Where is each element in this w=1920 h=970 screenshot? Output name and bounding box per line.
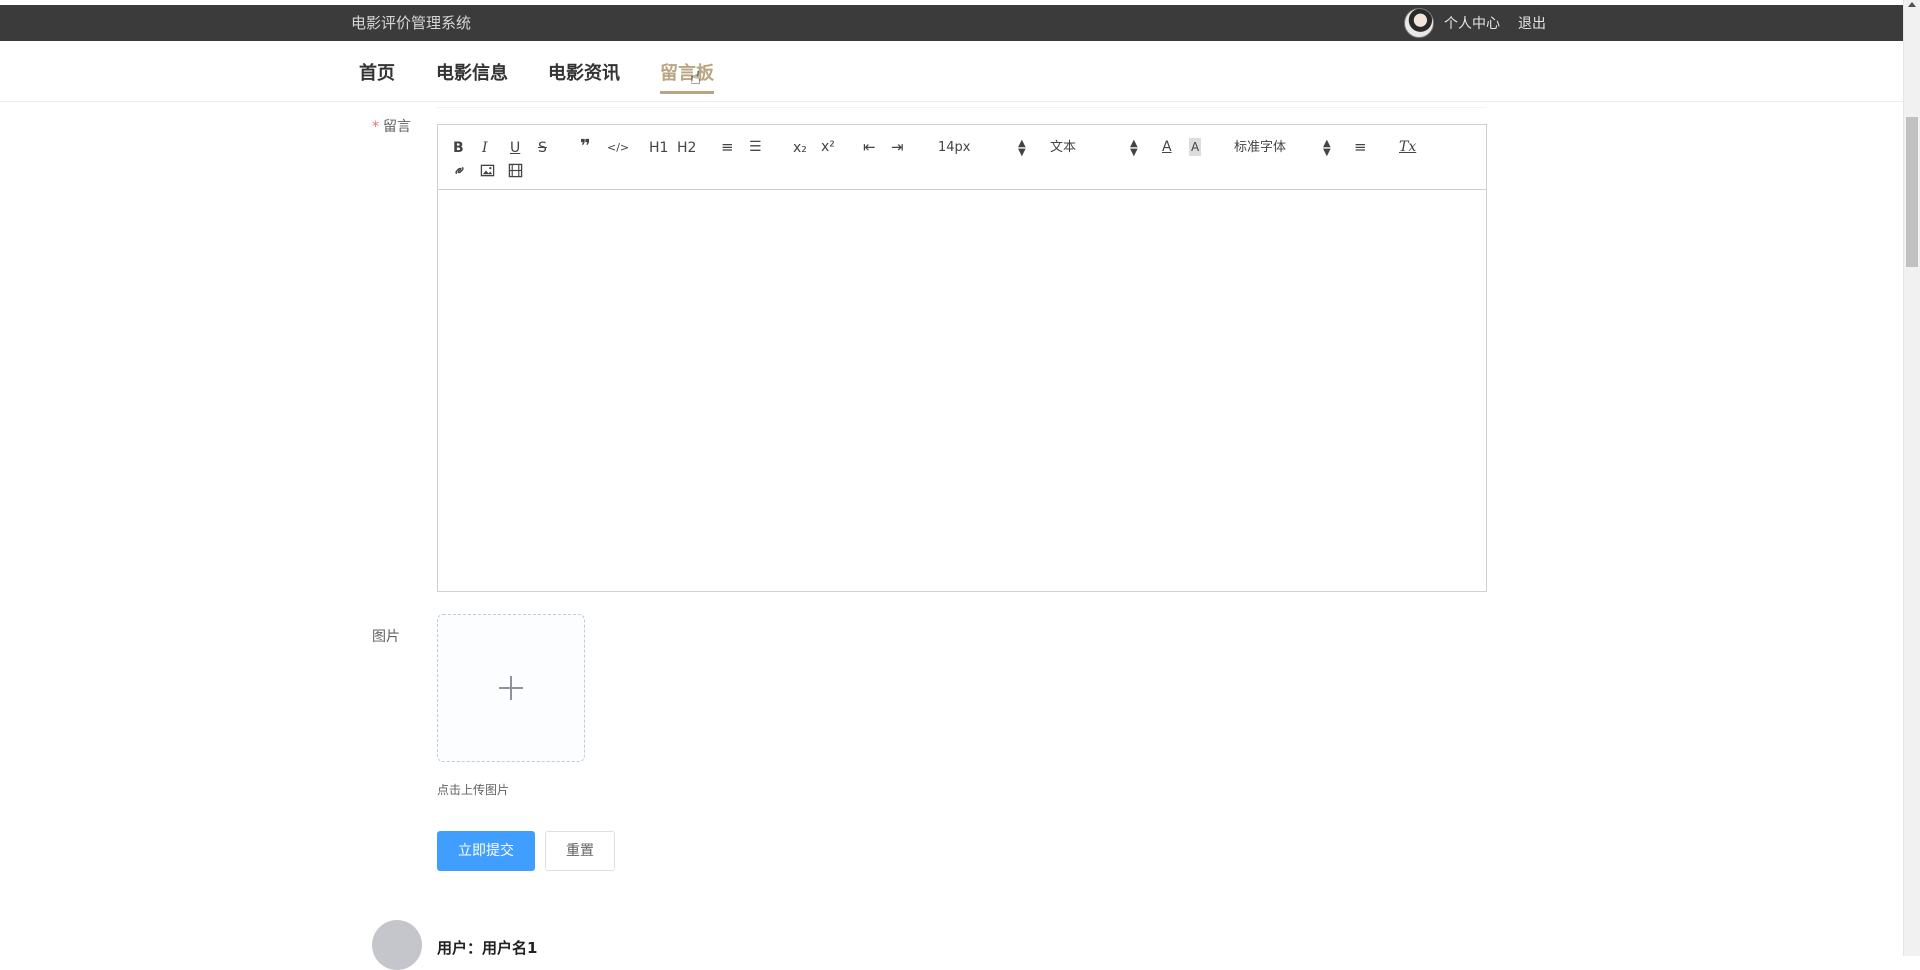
link-icon[interactable] — [452, 163, 467, 183]
editor-toolbar: B I U S ❞ </> H1 H2 ≡ ☰ x₂ x² ⇤ ⇥ 14px ▲… — [438, 125, 1486, 190]
italic-icon[interactable]: I — [482, 139, 488, 157]
image-label: 图片 — [372, 629, 400, 645]
header-select-value: 文本 — [1050, 140, 1077, 155]
code-icon[interactable]: </> — [607, 139, 629, 157]
editor-top-divider — [437, 107, 1487, 124]
required-mark: * — [372, 119, 379, 135]
font-size-select[interactable]: 14px ▲ ▼ — [938, 138, 1028, 158]
nav-movie-info[interactable]: 电影信息 — [436, 59, 508, 91]
editor-content-area[interactable] — [438, 190, 1486, 591]
bullet-list-icon[interactable]: ☰ — [749, 138, 762, 156]
user-area: 个人中心 退出 — [1404, 5, 1564, 41]
underline-icon[interactable]: U — [510, 139, 520, 157]
select-arrows-icon: ▲ ▼ — [1130, 138, 1138, 158]
ordered-list-icon[interactable]: ≡ — [721, 138, 734, 156]
image-upload-box[interactable] — [437, 614, 585, 762]
profile-link[interactable]: 个人中心 — [1444, 13, 1500, 33]
nav-movie-news[interactable]: 电影资讯 — [548, 59, 620, 91]
clean-format-icon[interactable]: Tx — [1399, 138, 1416, 156]
h2-icon[interactable]: H2 — [677, 139, 696, 157]
user-avatar[interactable] — [1404, 8, 1434, 38]
hand-cursor-icon: ☝ — [690, 68, 701, 89]
outdent-icon[interactable]: ⇤ — [863, 138, 876, 156]
bold-icon[interactable]: B — [453, 139, 464, 157]
logout-link[interactable]: 退出 — [1518, 13, 1546, 33]
scroll-up-arrow-icon[interactable] — [1908, 2, 1916, 7]
image-icon[interactable] — [480, 163, 495, 183]
header-select[interactable]: 文本 ▲ ▼ — [1050, 138, 1140, 158]
h1-icon[interactable]: H1 — [649, 139, 668, 157]
upload-tip: 点击上传图片 — [437, 783, 510, 797]
comment-avatar — [372, 920, 422, 970]
select-arrows-icon: ▲ ▼ — [1018, 138, 1026, 158]
message-label: * 留言 — [372, 116, 411, 136]
main-nav: 首页 电影信息 电影资讯 留言板 — [0, 41, 1903, 102]
font-family-value: 标准字体 — [1234, 140, 1287, 155]
align-icon[interactable]: ≡ — [1354, 138, 1367, 156]
scroll-thumb[interactable] — [1906, 117, 1918, 267]
indent-icon[interactable]: ⇥ — [891, 138, 904, 156]
rich-text-editor[interactable]: B I U S ❞ </> H1 H2 ≡ ☰ x₂ x² ⇤ ⇥ 14px ▲… — [437, 124, 1487, 592]
subscript-icon[interactable]: x₂ — [793, 139, 807, 157]
nav-message-board[interactable]: 留言板 — [660, 59, 714, 94]
font-color-icon[interactable]: A — [1162, 138, 1172, 156]
site-title: 电影评价管理系统 — [351, 14, 472, 32]
strike-icon[interactable]: S — [538, 139, 547, 157]
blockquote-icon[interactable]: ❞ — [580, 138, 591, 156]
comment-username: 用户：用户名1 — [437, 939, 538, 957]
video-icon[interactable] — [508, 163, 523, 183]
page-scrollbar[interactable] — [1903, 0, 1920, 956]
reset-button[interactable]: 重置 — [545, 831, 615, 871]
font-size-value: 14px — [938, 140, 971, 155]
background-color-icon[interactable]: A — [1189, 138, 1202, 156]
plus-icon — [499, 676, 523, 700]
superscript-icon[interactable]: x² — [821, 138, 835, 156]
nav-home[interactable]: 首页 — [359, 59, 395, 91]
top-header-bar: 电影评价管理系统 个人中心 退出 — [0, 5, 1903, 41]
message-label-text: 留言 — [383, 119, 411, 135]
font-family-select[interactable]: 标准字体 ▲ ▼ — [1234, 138, 1334, 158]
select-arrows-icon: ▲ ▼ — [1323, 138, 1331, 158]
submit-button[interactable]: 立即提交 — [437, 831, 535, 871]
